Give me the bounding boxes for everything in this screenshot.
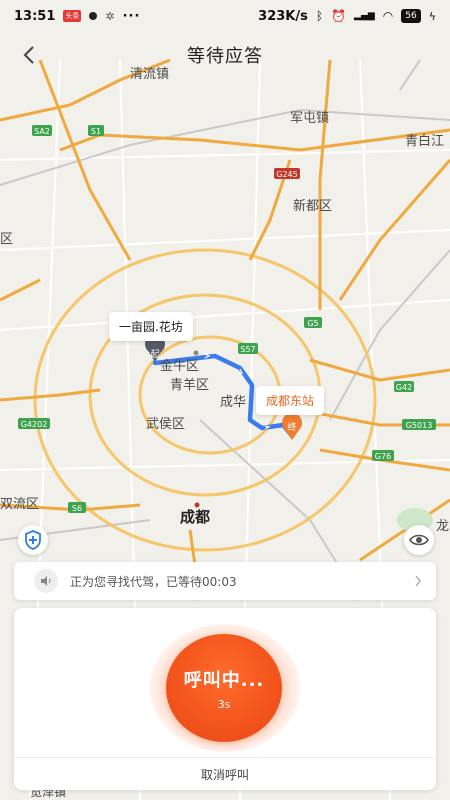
eye-icon <box>409 534 429 546</box>
chevron-right-icon <box>415 575 421 587</box>
eye-view-button[interactable] <box>404 525 434 555</box>
alarm-icon: ⏰ <box>331 9 347 23</box>
place-wuhou: 武侯区 <box>146 417 185 432</box>
call-status: 呼叫中... <box>183 669 265 691</box>
place-jinniu: 金牛区 <box>160 358 199 374</box>
shield-g42: G42 <box>396 383 412 392</box>
more-notifications-icon: ··· <box>122 8 141 24</box>
origin-label[interactable]: 一亩园.花坊 <box>109 312 193 341</box>
chevron-left-icon <box>23 46 34 64</box>
battery-icon: 56 <box>401 9 421 23</box>
charging-icon: ϟ <box>428 9 436 23</box>
notification-dot-icon <box>89 12 98 20</box>
status-bar: 13:51 头条 ✲ ··· 323K/s ᛒ ⏰ ▂▄▆ ◠ 56 ϟ <box>0 0 450 32</box>
place-juntun: 军屯镇 <box>290 111 329 126</box>
call-panel: 呼叫中... 3s 取消呼叫 <box>14 608 436 790</box>
waiting-notice[interactable]: 正为您寻找代驾，已等待00:03 <box>14 562 436 600</box>
calling-button[interactable]: 呼叫中... 3s <box>166 634 282 742</box>
shield-s1: S1 <box>91 127 101 136</box>
sun-icon: ✲ <box>105 9 115 23</box>
notice-text: 正为您寻找代驾，已等待00:03 <box>70 574 237 589</box>
shield-sa2: SA2 <box>34 127 50 136</box>
shield-s57: S57 <box>240 345 255 354</box>
news-badge: 头条 <box>63 10 82 22</box>
shield-s6: S6 <box>72 504 82 513</box>
cancel-call-button[interactable]: 取消呼叫 <box>14 757 436 790</box>
destination-label[interactable]: 成都东站 <box>256 386 325 415</box>
place-qu: 区 <box>0 232 13 247</box>
place-long: 龙 <box>436 519 449 534</box>
shield-g5013: G5013 <box>406 421 433 430</box>
place-chenghua: 成华 <box>220 395 246 410</box>
svg-text:起: 起 <box>150 349 159 360</box>
shield-g5: G5 <box>307 319 318 328</box>
shield-g4202: G4202 <box>21 420 48 429</box>
shield-icon <box>25 530 41 550</box>
place-xindu: 新都区 <box>293 198 332 214</box>
place-shuangliu: 双流区 <box>0 497 39 512</box>
destination-label-text: 成都东站 <box>266 394 315 408</box>
nav-bar: 等待应答 <box>0 32 450 78</box>
place-qingyang: 青羊区 <box>170 377 209 393</box>
hd-signal-icon: ▂▄▆ <box>354 11 375 21</box>
status-time: 13:51 <box>14 8 56 24</box>
back-button[interactable] <box>14 40 44 70</box>
safety-button[interactable] <box>18 525 48 555</box>
call-timer: 3s <box>217 697 231 711</box>
wifi-icon: ◠ <box>382 9 394 23</box>
page-title: 等待应答 <box>187 46 263 67</box>
bluetooth-icon: ᛒ <box>315 9 324 23</box>
shield-g245: G245 <box>276 170 297 179</box>
network-speed: 323K/s <box>258 8 308 24</box>
origin-label-text: 一亩园.花坊 <box>119 320 183 334</box>
cancel-call-label: 取消呼叫 <box>200 767 249 782</box>
svg-text:终: 终 <box>287 421 296 433</box>
speaker-icon <box>34 569 58 593</box>
place-chengdu: 成都 <box>180 508 210 526</box>
shield-g76: G76 <box>375 452 391 461</box>
place-qingbai: 青白江 <box>405 133 444 149</box>
